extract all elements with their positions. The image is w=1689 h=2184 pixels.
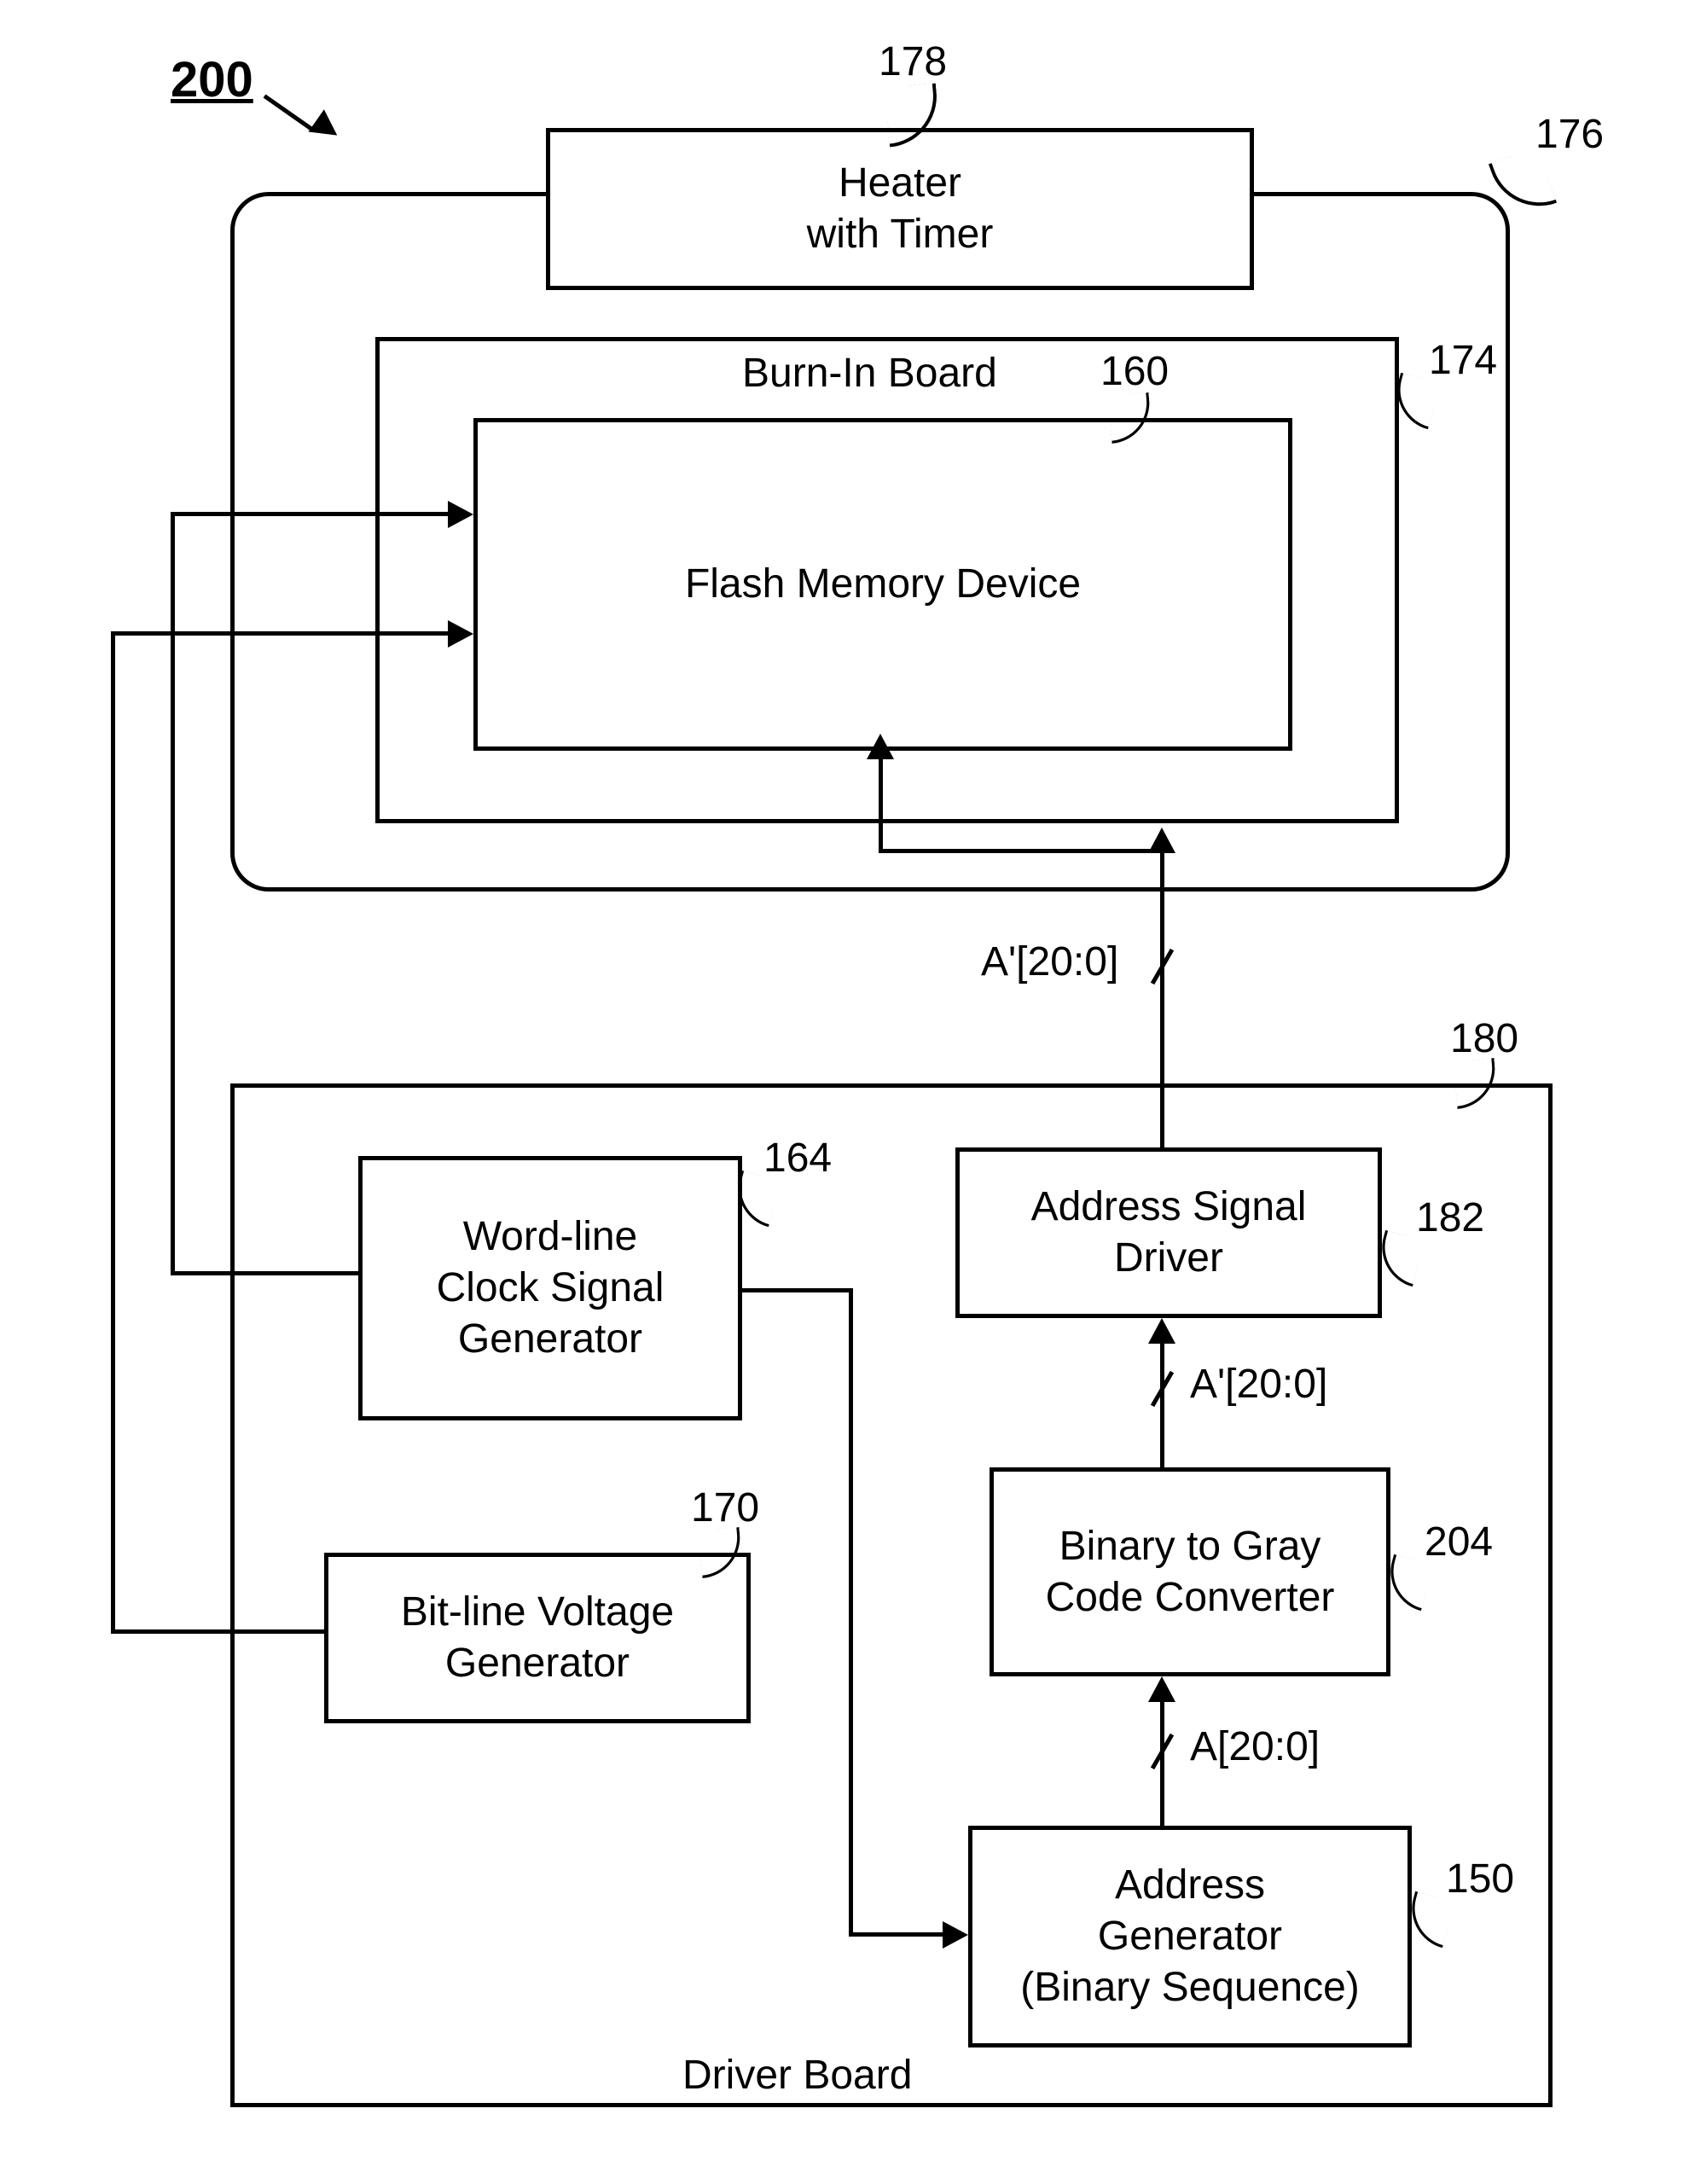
ref-addrdrv: 182 [1416, 1194, 1484, 1241]
bitline-voltage-block: Bit-line Voltage Generator [324, 1553, 751, 1723]
ref-addrgen: 150 [1446, 1856, 1514, 1902]
conn-wordline-in-h [171, 512, 452, 516]
bitline-voltage-label: Bit-line Voltage Generator [401, 1587, 674, 1689]
flash-memory-block: Flash Memory Device [473, 418, 1292, 751]
conn-addrgen-to-converter [1160, 1693, 1164, 1826]
address-signal-driver-block: Address Signal Driver [955, 1147, 1382, 1318]
bus-label-low: A[20:0] [1190, 1723, 1320, 1770]
conn-wordline-to-addrgen-h2 [849, 1932, 947, 1937]
driver-board-title: Driver Board [682, 2052, 912, 2099]
ref-oven: 176 [1535, 111, 1604, 158]
figure-ref: 200 [171, 51, 253, 108]
binary-gray-converter-label: Binary to Gray Code Converter [1046, 1521, 1335, 1623]
conn-bitline-v [111, 631, 115, 1634]
arrow-addrdrv-into-flash [867, 734, 894, 759]
ref-flash: 160 [1100, 348, 1169, 395]
conn-converter-to-driver [1160, 1335, 1164, 1467]
ref-wordline: 164 [763, 1135, 832, 1182]
heater-block: Heater with Timer [546, 128, 1254, 290]
wordline-clock-block: Word-line Clock Signal Generator [358, 1156, 742, 1420]
wordline-clock-label: Word-line Clock Signal Generator [437, 1211, 665, 1365]
address-signal-driver-label: Address Signal Driver [1031, 1182, 1307, 1284]
arrow-wordline-to-addrgen [943, 1921, 968, 1949]
ref-burnin: 174 [1429, 337, 1497, 384]
address-generator-block: Address Generator (Binary Sequence) [968, 1826, 1412, 2048]
binary-gray-converter-block: Binary to Gray Code Converter [990, 1467, 1390, 1676]
ref-converter: 204 [1425, 1519, 1493, 1565]
ref-driver: 180 [1450, 1015, 1518, 1062]
conn-wordline-v [171, 512, 175, 1275]
conn-addrdrv-up2 [879, 755, 883, 853]
conn-bitline-in-h [111, 631, 452, 636]
arrow-wordline-to-flash [448, 501, 473, 528]
conn-wordline-out-h [171, 1271, 358, 1275]
arrow-addrgen-to-converter [1148, 1676, 1175, 1702]
conn-wordline-to-addrgen-v [849, 1288, 853, 1937]
conn-addrdrv-horiz [879, 849, 1164, 853]
arrow-bitline-to-flash [448, 620, 473, 648]
burnin-board-title: Burn-In Board [742, 350, 997, 397]
conn-wordline-to-addrgen-h1 [742, 1288, 853, 1292]
heater-label: Heater with Timer [807, 158, 994, 260]
conn-addrdrv-to-flash [1160, 849, 1164, 1147]
arrow-converter-to-driver [1148, 1318, 1175, 1344]
conn-bitline-out-h [111, 1629, 324, 1634]
ref-bitline: 170 [691, 1484, 759, 1531]
ref-heater: 178 [879, 38, 947, 85]
flash-memory-label: Flash Memory Device [685, 559, 1081, 610]
address-generator-label: Address Generator (Binary Sequence) [1020, 1860, 1360, 2013]
bus-label-top: A'[20:0] [981, 938, 1118, 985]
bus-label-mid: A'[20:0] [1190, 1361, 1327, 1408]
